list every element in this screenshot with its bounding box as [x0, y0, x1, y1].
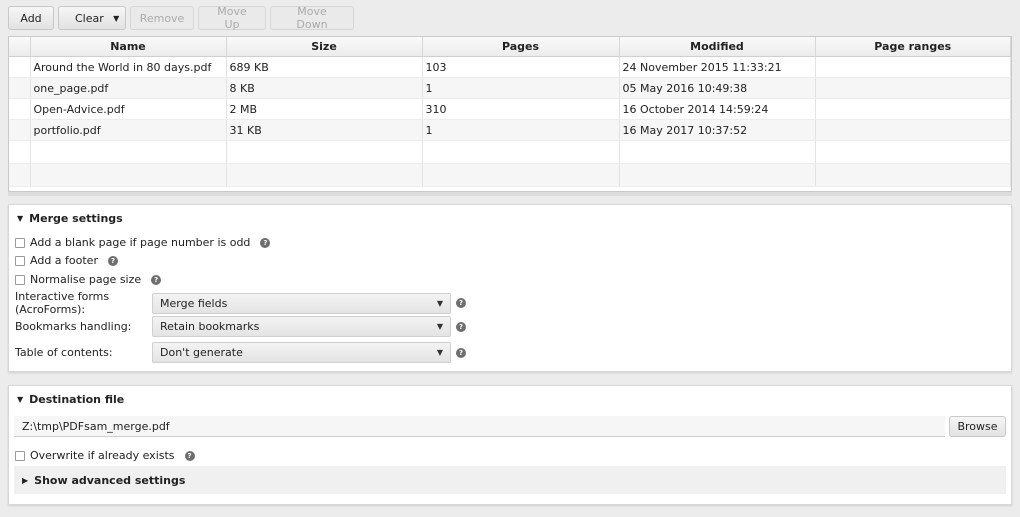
overwrite-label[interactable]: Overwrite if already exists	[30, 449, 175, 462]
size-cell: 2 MB	[226, 98, 423, 120]
move-up-button[interactable]: Move Up	[198, 5, 266, 31]
row-index-cell	[9, 77, 31, 99]
destination-title: Destination file	[29, 393, 125, 406]
move-down-button[interactable]: Move Down	[270, 5, 354, 31]
acroforms-row: Interactive forms (AcroForms): Merge fie…	[15, 290, 466, 316]
bookmarks-value: Retain bookmarks	[160, 320, 260, 333]
destination-path-value[interactable]: Z:\tmp\PDFsam_merge.pdf	[22, 420, 170, 433]
toc-select[interactable]: Don't generate ▼	[152, 342, 451, 363]
pages-cell: 103	[422, 56, 620, 78]
acroforms-label: Interactive forms (AcroForms):	[15, 290, 110, 316]
empty-row	[9, 163, 1011, 187]
modified-cell: 24 November 2015 11:33:21	[619, 56, 816, 78]
help-icon[interactable]: ?	[456, 347, 466, 358]
destination-header[interactable]: ▼ Destination file	[17, 393, 124, 406]
name-cell: Open-Advice.pdf	[30, 98, 227, 120]
column-header-modified[interactable]: Modified	[619, 37, 816, 57]
table-row[interactable]: Around the World in 80 days.pdf 689 KB 1…	[9, 56, 1011, 78]
chevron-down-icon: ▼	[436, 348, 443, 357]
name-cell: portfolio.pdf	[30, 119, 227, 141]
modified-cell: 16 October 2014 14:59:24	[619, 98, 816, 120]
column-header-page-ranges[interactable]: Page ranges	[815, 37, 1011, 57]
chevron-down-icon: ▼	[436, 298, 443, 308]
page-ranges-cell[interactable]	[815, 77, 1011, 99]
acroforms-select[interactable]: Merge fields ▼	[152, 292, 451, 314]
table-row[interactable]: portfolio.pdf 31 KB 1 16 May 2017 10:37:…	[9, 119, 1011, 141]
size-cell: 8 KB	[226, 77, 423, 99]
page-ranges-cell[interactable]	[815, 56, 1011, 78]
size-cell: 31 KB	[226, 119, 423, 141]
help-icon[interactable]: ?	[184, 450, 195, 461]
help-icon[interactable]: ?	[456, 298, 466, 308]
row-index-cell	[9, 56, 31, 78]
help-icon[interactable]: ?	[151, 274, 162, 285]
row-index-cell	[9, 119, 31, 141]
column-header-pages[interactable]: Pages	[422, 37, 620, 57]
bookmarks-row: Bookmarks handling: Retain bookmarks ▼ ?	[15, 316, 466, 337]
overwrite-checkbox[interactable]	[15, 450, 25, 461]
table-scroll-edge	[8, 192, 1012, 196]
table-header: Name Size Pages Modified Page ranges	[9, 37, 1011, 57]
merge-settings-title: Merge settings	[29, 212, 123, 225]
column-header-name[interactable]: Name	[30, 37, 227, 57]
help-icon[interactable]: ?	[260, 237, 271, 248]
pages-cell: 1	[422, 77, 620, 99]
remove-button[interactable]: Remove	[130, 6, 194, 30]
name-cell: Around the World in 80 days.pdf	[30, 56, 227, 78]
browse-button[interactable]: Browse	[949, 416, 1006, 437]
toc-label: Table of contents:	[15, 346, 113, 359]
column-header-size[interactable]: Size	[226, 37, 423, 57]
page-ranges-cell[interactable]	[815, 119, 1011, 141]
expand-down-icon: ▼	[17, 214, 24, 223]
destination-path-field[interactable]: Z:\tmp\PDFsam_merge.pdf	[14, 416, 945, 437]
pages-cell: 310	[422, 98, 620, 120]
advanced-settings-toggle[interactable]: ▶ Show advanced settings	[14, 466, 1006, 494]
table-row[interactable]: Open-Advice.pdf 2 MB 310 16 October 2014…	[9, 98, 1011, 120]
normalise-option[interactable]: Normalise page size ?	[15, 273, 162, 286]
expand-right-icon: ▶	[22, 475, 29, 485]
clear-button[interactable]: Clear ▼	[58, 6, 126, 30]
add-button[interactable]: Add	[8, 6, 54, 30]
help-icon[interactable]: ?	[107, 255, 118, 266]
blank-page-option[interactable]: Add a blank page if page number is odd ?	[15, 236, 271, 249]
row-index-cell	[9, 98, 31, 120]
documents-table[interactable]: Name Size Pages Modified Page ranges Aro…	[8, 36, 1012, 192]
blank-page-label[interactable]: Add a blank page if page number is odd	[30, 236, 250, 249]
toolbar: Add Clear ▼ Remove Move Up Move Down	[8, 5, 354, 32]
empty-row	[9, 140, 1011, 164]
footer-option[interactable]: Add a footer ?	[15, 254, 118, 267]
clear-button-label[interactable]: Clear	[59, 12, 107, 25]
blank-page-checkbox[interactable]	[15, 237, 25, 248]
chevron-down-icon: ▼	[436, 322, 443, 331]
normalise-checkbox[interactable]	[15, 274, 25, 285]
merge-settings-panel: ▼ Merge settings Add a blank page if pag…	[8, 204, 1012, 372]
footer-label[interactable]: Add a footer	[30, 254, 98, 267]
pages-cell: 1	[422, 119, 620, 141]
help-icon[interactable]: ?	[456, 321, 466, 332]
overwrite-option[interactable]: Overwrite if already exists ?	[15, 449, 195, 462]
footer-checkbox[interactable]	[15, 255, 25, 266]
table-row[interactable]: one_page.pdf 8 KB 1 05 May 2016 10:49:38	[9, 77, 1011, 99]
name-cell: one_page.pdf	[30, 77, 227, 99]
advanced-settings-label[interactable]: Show advanced settings	[34, 474, 185, 487]
toc-value: Don't generate	[160, 346, 243, 359]
modified-cell: 16 May 2017 10:37:52	[619, 119, 816, 141]
toc-row: Table of contents: Don't generate ▼ ?	[15, 342, 466, 363]
chevron-down-icon[interactable]: ▼	[107, 7, 125, 29]
bookmarks-label: Bookmarks handling:	[15, 320, 132, 333]
normalise-label[interactable]: Normalise page size	[30, 273, 141, 286]
modified-cell: 05 May 2016 10:49:38	[619, 77, 816, 99]
page-ranges-cell[interactable]	[815, 98, 1011, 120]
merge-settings-header[interactable]: ▼ Merge settings	[17, 212, 123, 225]
column-header-index[interactable]	[9, 37, 31, 57]
size-cell: 689 KB	[226, 56, 423, 78]
acroforms-value: Merge fields	[160, 296, 228, 310]
expand-down-icon: ▼	[17, 395, 24, 404]
bookmarks-select[interactable]: Retain bookmarks ▼	[152, 316, 451, 337]
